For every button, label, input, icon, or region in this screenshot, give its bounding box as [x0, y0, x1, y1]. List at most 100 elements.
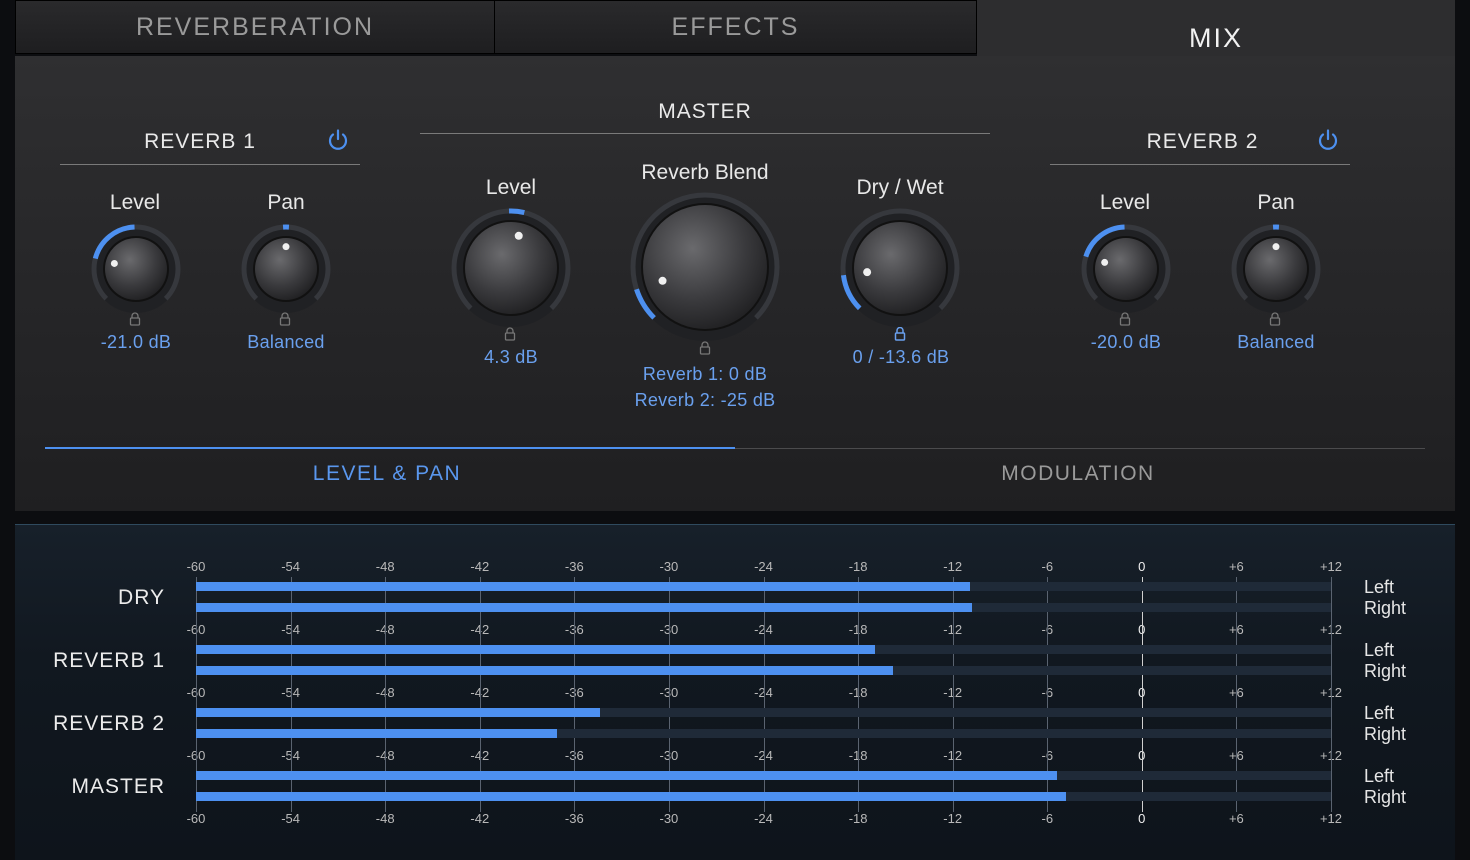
meter-scale-label: -12	[933, 559, 973, 574]
meter-scale-label: +12	[1311, 559, 1351, 574]
meter-scale-label: -30	[649, 559, 689, 574]
dry-wet-value: 0 / -13.6 dB	[781, 347, 1021, 368]
meter-gridline	[1331, 577, 1332, 812]
dry-wet-lock-icon[interactable]	[894, 327, 906, 341]
reverb1-level-lock-icon[interactable]	[129, 312, 141, 326]
knob-pointer	[1101, 259, 1108, 266]
master-title: MASTER	[420, 100, 990, 124]
knob-body	[465, 222, 557, 314]
master-level-lock-icon[interactable]	[504, 327, 516, 341]
meter-scale-label: +12	[1311, 811, 1351, 826]
meter-scale-label: 0	[1122, 559, 1162, 574]
reverb2-level-lock-icon[interactable]	[1119, 312, 1131, 326]
meter-scale-label: -42	[460, 559, 500, 574]
reverb2-power-icon[interactable]	[1316, 128, 1340, 152]
knob-pointer	[659, 277, 667, 285]
reverb1-pan-label: Pan	[186, 191, 386, 215]
meter-scale-label: -48	[365, 559, 405, 574]
meter-track-right	[196, 792, 1331, 801]
reverb-blend-lock-icon[interactable]	[699, 341, 711, 355]
meter-fill-left	[196, 708, 600, 717]
reverb2-divider	[1050, 164, 1350, 165]
dry-wet-label: Dry / Wet	[800, 176, 1000, 200]
reverb2-pan-lock-icon[interactable]	[1269, 312, 1281, 326]
meter-track-left	[196, 708, 1331, 717]
meter-row-name: REVERB 2	[15, 712, 165, 736]
master-level-knob[interactable]	[450, 207, 572, 329]
master-level-label: Level	[411, 176, 611, 200]
meter-scale-label: -54	[271, 811, 311, 826]
meter-track-right	[196, 729, 1331, 738]
reverb1-pan-knob[interactable]	[240, 223, 332, 315]
meter-scale-label: 0	[1122, 811, 1162, 826]
meter-scale-label: -48	[365, 811, 405, 826]
knob-body	[643, 205, 767, 329]
tab-effects[interactable]: EFFECTS	[494, 0, 977, 54]
meter-track-right	[196, 666, 1331, 675]
meter-channel-right-label: Right	[1364, 724, 1406, 745]
knob-pointer	[111, 260, 118, 267]
reverb2-title: REVERB 2	[1050, 130, 1355, 154]
meter-scale-label: -36	[554, 559, 594, 574]
meter-scale-label: +6	[1216, 811, 1256, 826]
meter-scale-label: -24	[744, 811, 784, 826]
meter-row-name: DRY	[15, 586, 165, 610]
meter-scale-label: -12	[933, 811, 973, 826]
meter-scale-label: -6	[1027, 811, 1067, 826]
reverb1-title: REVERB 1	[60, 130, 340, 154]
tab-mix[interactable]: MIX	[977, 0, 1455, 60]
reverb2-pan-value: Balanced	[1156, 332, 1396, 353]
master-divider	[420, 133, 990, 134]
meter-channel-right-label: Right	[1364, 598, 1406, 619]
meter-scale-label: -60	[176, 811, 216, 826]
meter-channel-left-label: Left	[1364, 766, 1394, 787]
reverb1-divider	[60, 164, 360, 165]
meter-channel-left-label: Left	[1364, 703, 1394, 724]
meter-track-right	[196, 603, 1331, 612]
meter-scale-label: -60	[176, 559, 216, 574]
meter-scale-label: -54	[271, 559, 311, 574]
sub-tab-active-indicator	[45, 447, 735, 449]
dry-wet-knob[interactable]	[839, 207, 961, 329]
meter-scale-label: -18	[838, 559, 878, 574]
meter-scale-label: -36	[554, 811, 594, 826]
level-meters: -60-54-48-42-36-30-24-18-12-60+6+12-60-5…	[15, 524, 1455, 860]
meter-track-left	[196, 771, 1331, 780]
meter-channel-right-label: Right	[1364, 787, 1406, 808]
meter-scale-label: -24	[744, 559, 784, 574]
meter-fill-left	[196, 645, 875, 654]
meter-channel-left-label: Left	[1364, 577, 1394, 598]
knob-pointer	[283, 243, 290, 250]
tab-level-pan[interactable]: LEVEL & PAN	[45, 462, 729, 486]
knob-pointer	[863, 268, 871, 276]
meter-scale-label: -18	[838, 811, 878, 826]
reverb-blend-value-reverb2: Reverb 2: -25 dB	[585, 390, 825, 411]
sub-tab-bar: LEVEL & PAN MODULATION	[45, 448, 1425, 508]
knob-body	[1095, 238, 1157, 300]
meter-track-left	[196, 645, 1331, 654]
reverb-blend-knob[interactable]	[629, 191, 781, 343]
meter-channel-left-label: Left	[1364, 640, 1394, 661]
tab-reverberation[interactable]: REVERBERATION	[15, 0, 495, 54]
reverb1-power-icon[interactable]	[326, 128, 350, 152]
knob-body	[105, 238, 167, 300]
knob-pointer	[515, 232, 523, 240]
meter-scale-label: -42	[460, 811, 500, 826]
meter-channel-right-label: Right	[1364, 661, 1406, 682]
reverb2-pan-knob[interactable]	[1230, 223, 1322, 315]
meter-scale-label: -6	[1027, 559, 1067, 574]
tab-modulation[interactable]: MODULATION	[735, 462, 1421, 486]
knob-value-arc	[509, 211, 524, 213]
meter-fill-right	[196, 792, 1066, 801]
meter-fill-left	[196, 582, 970, 591]
reverb1-pan-lock-icon[interactable]	[279, 312, 291, 326]
meter-fill-right	[196, 729, 557, 738]
mix-panel: REVERB 1 Level -21.0 dB Pan Balanced MAS…	[15, 56, 1455, 511]
reverb2-level-knob[interactable]	[1080, 223, 1172, 315]
reverb1-level-knob[interactable]	[90, 223, 182, 315]
reverb2-pan-label: Pan	[1176, 191, 1376, 215]
knob-body	[854, 222, 946, 314]
meter-fill-left	[196, 771, 1057, 780]
meter-track-left	[196, 582, 1331, 591]
meter-fill-right	[196, 603, 972, 612]
